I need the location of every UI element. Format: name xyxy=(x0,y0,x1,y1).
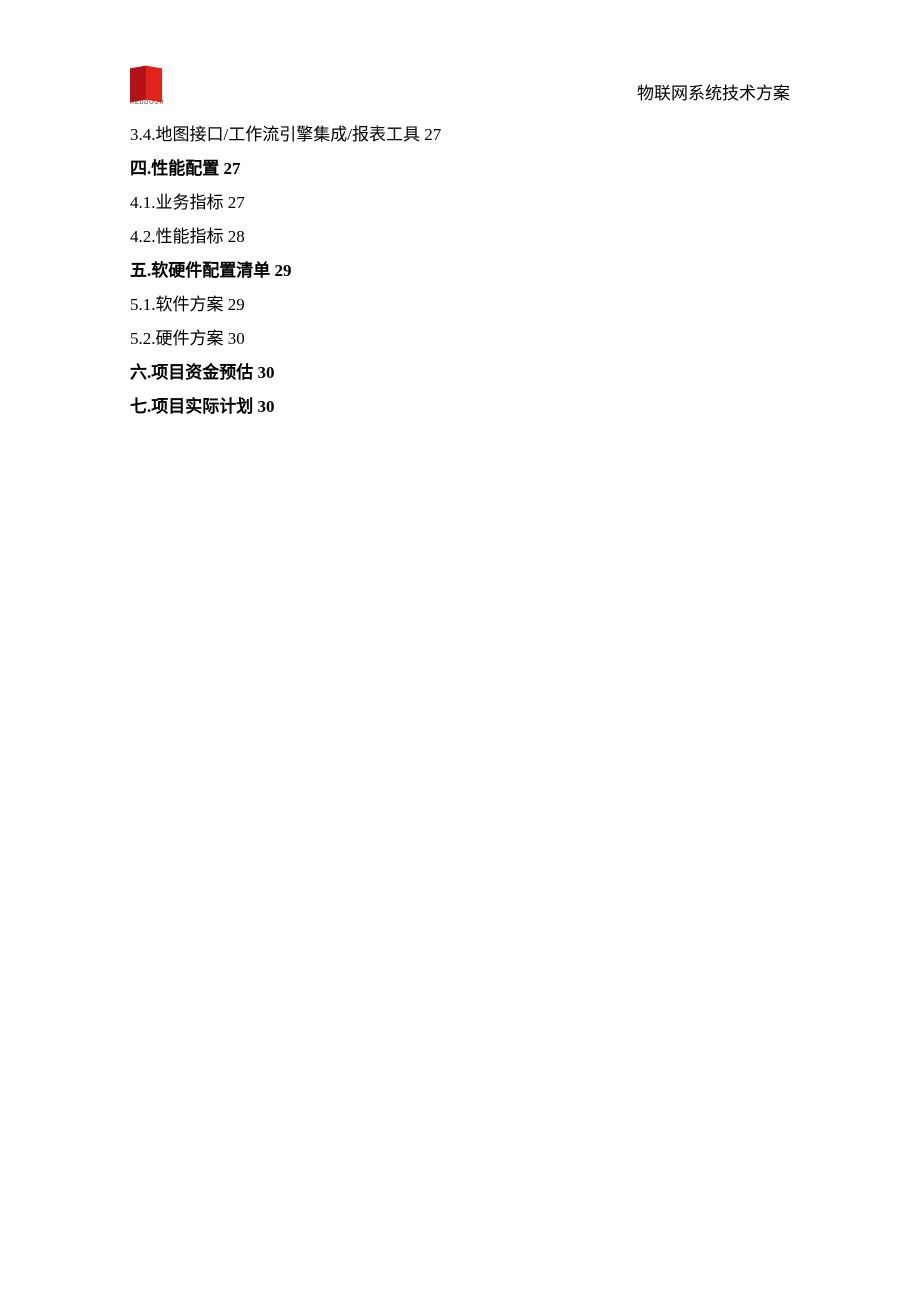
toc-entry: 4.2.性能指标 28 xyxy=(130,220,790,254)
document-title: 物联网系统技术方案 xyxy=(637,79,790,106)
table-of-contents: 3.4.地图接口/工作流引擎集成/报表工具 27 四.性能配置 27 4.1.业… xyxy=(130,118,790,424)
toc-entry: 5.1.软件方案 29 xyxy=(130,288,790,322)
toc-heading: 七.项目实际计划 30 xyxy=(130,390,790,424)
toc-heading: 六.项目资金预估 30 xyxy=(130,356,790,390)
toc-heading: 五.软硬件配置清单 29 xyxy=(130,254,790,288)
reddoor-logo-icon xyxy=(130,64,164,104)
document-page: REDDOOR 物联网系统技术方案 3.4.地图接口/工作流引擎集成/报表工具 … xyxy=(0,0,920,424)
toc-entry: 3.4.地图接口/工作流引擎集成/报表工具 27 xyxy=(130,118,790,152)
toc-entry: 4.1.业务指标 27 xyxy=(130,186,790,220)
toc-entry: 5.2.硬件方案 30 xyxy=(130,322,790,356)
page-header: REDDOOR 物联网系统技术方案 xyxy=(130,64,790,106)
logo-block: REDDOOR xyxy=(130,64,164,106)
toc-heading: 四.性能配置 27 xyxy=(130,152,790,186)
